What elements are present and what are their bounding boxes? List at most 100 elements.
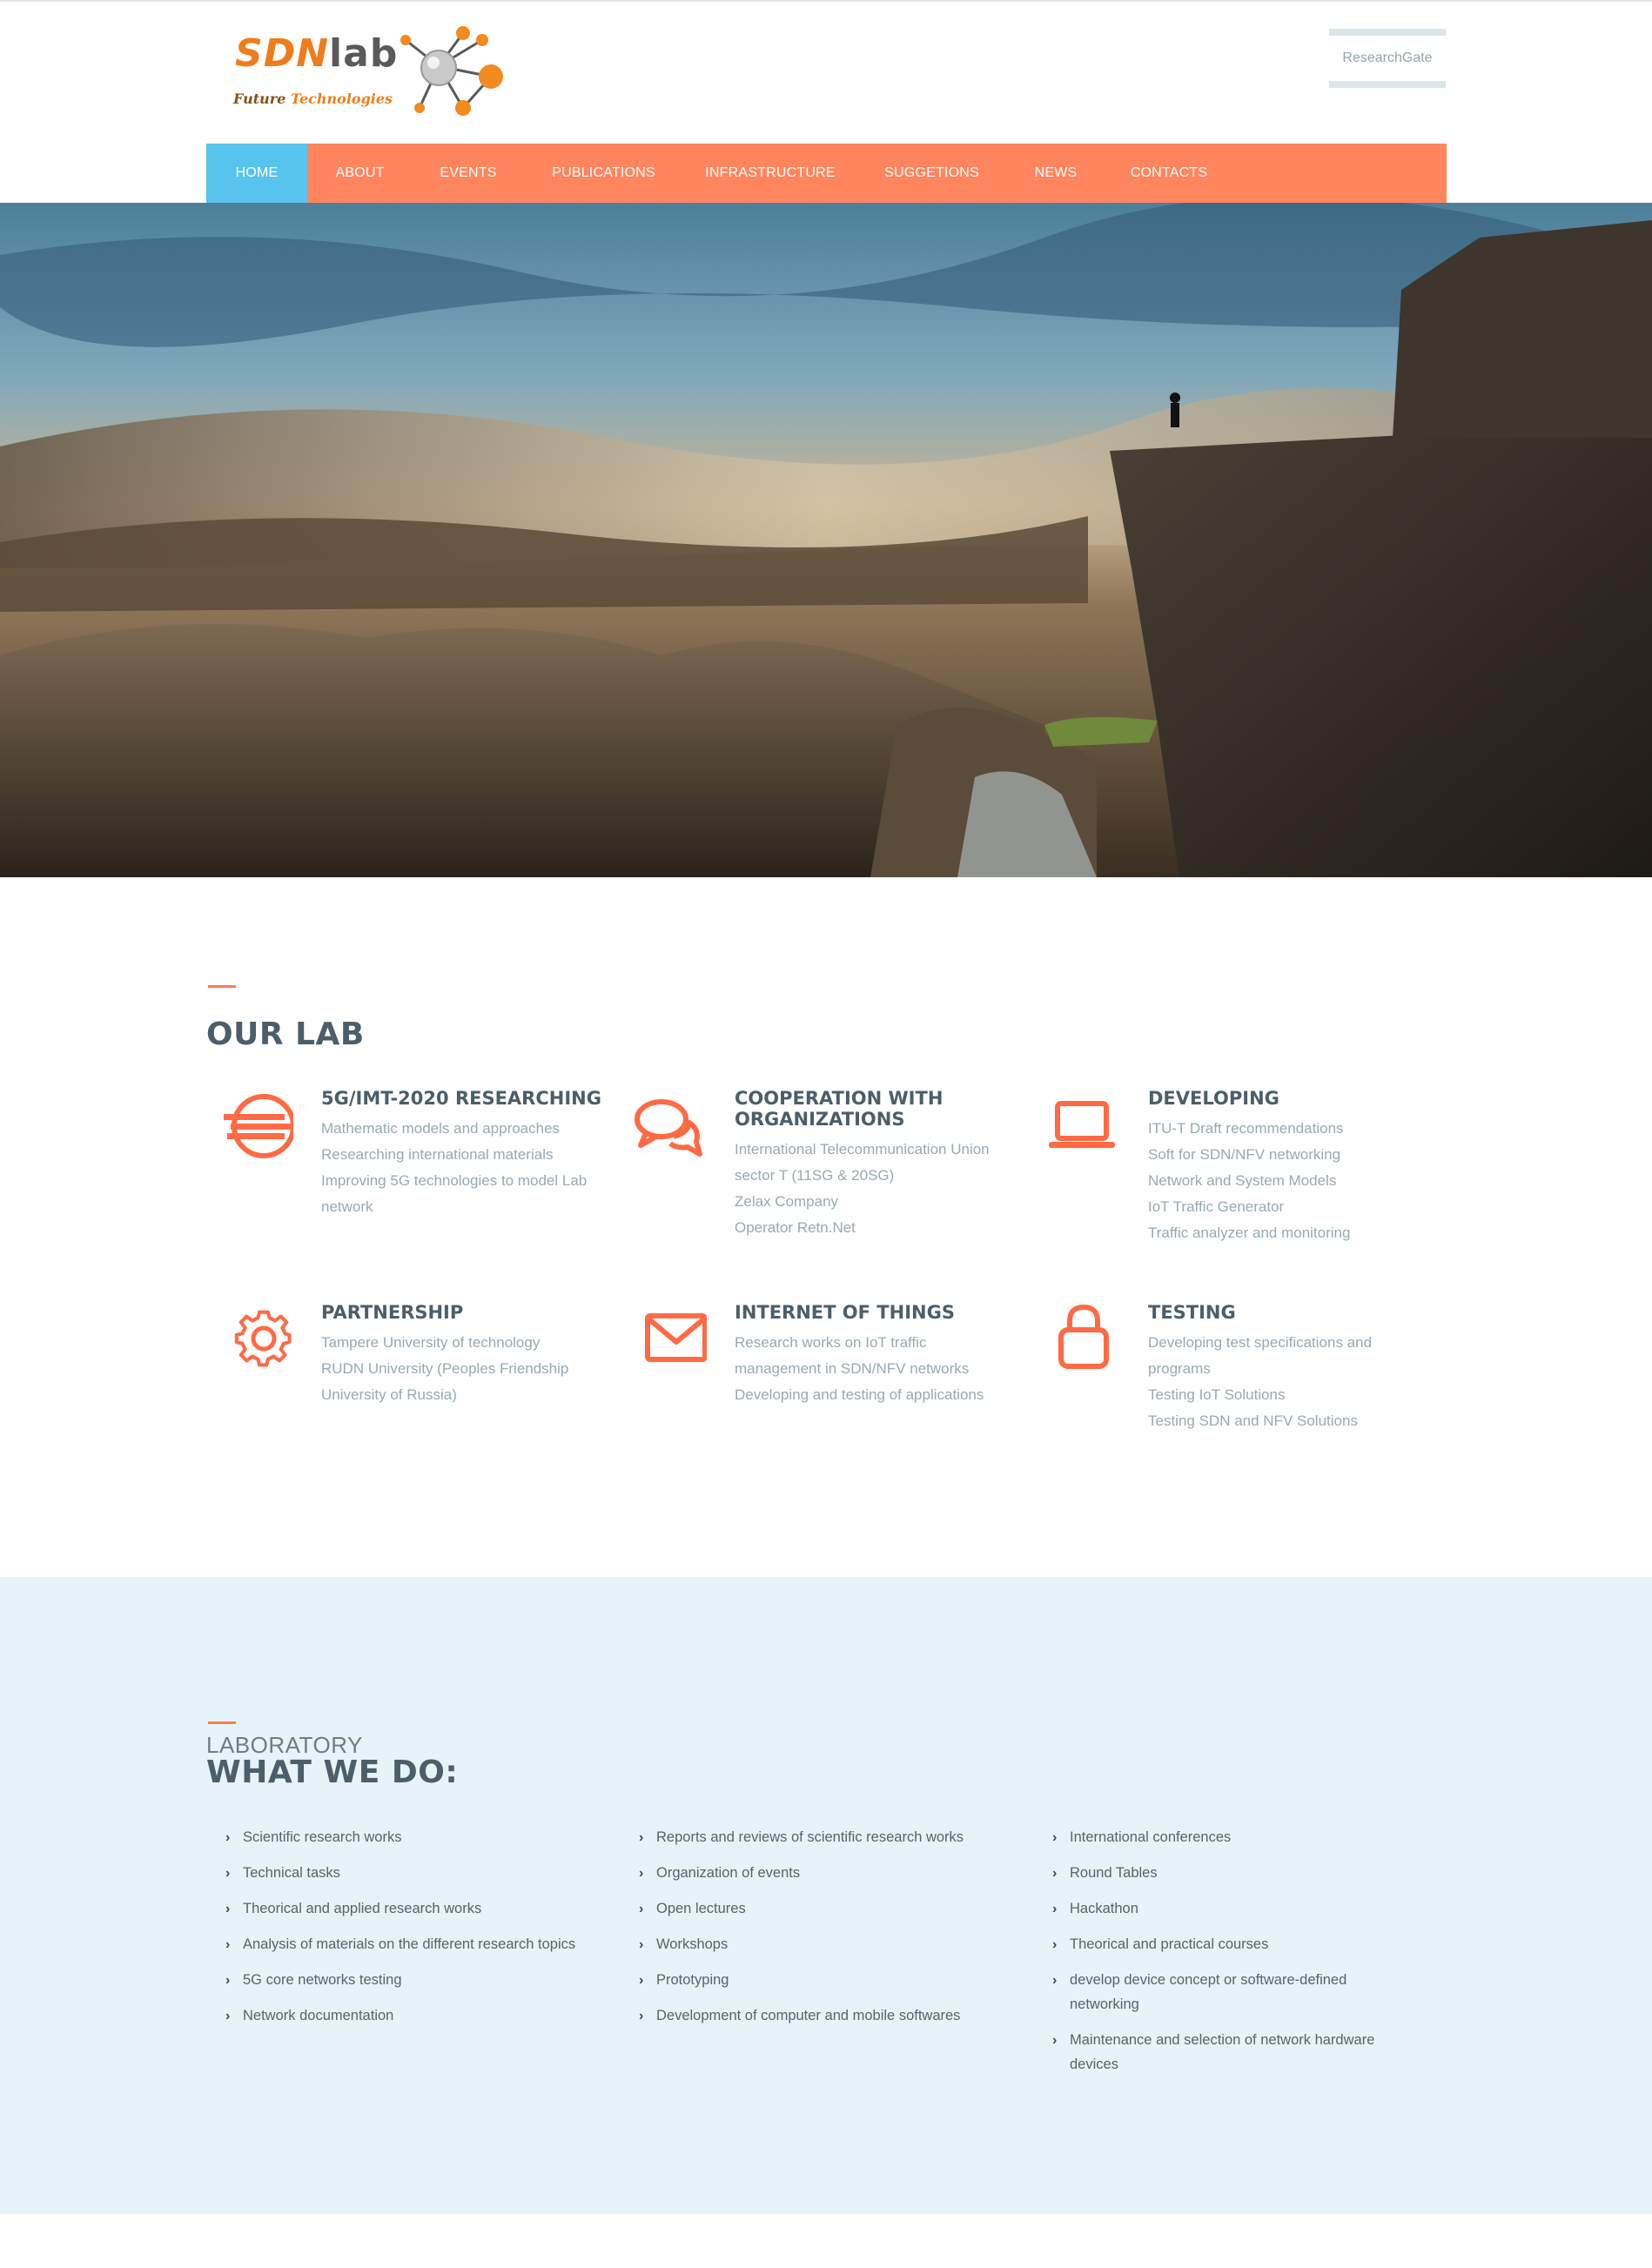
logo-wordmark: SDNlab: [235, 31, 399, 76]
what-we-do-column-3: › International conferences › Round Tables…: [1051, 1825, 1399, 2088]
list-item: › Reports and reviews of scientific resea…: [637, 1825, 1003, 1849]
chevron-right-icon: ›: [639, 1866, 644, 1881]
5g-circle-icon: [224, 1094, 293, 1158]
feature-title: PARTNERSHIP: [321, 1302, 464, 1323]
molecule-icon: [400, 26, 503, 116]
list-item: › Analysis of materials on the different …: [224, 1932, 589, 1956]
feature-title: TESTING: [1148, 1302, 1236, 1323]
gear-icon: [234, 1310, 292, 1367]
chevron-right-icon: ›: [639, 1937, 644, 1952]
list-item: › Prototyping: [637, 1968, 1003, 1992]
feature-title: INTERNET OF THINGS: [735, 1302, 955, 1323]
feature-testing: TESTING Developing test specifications a…: [1033, 1302, 1416, 1441]
what-we-do-title: WHAT WE DO:: [206, 1755, 459, 1790]
laptop-icon: [1049, 1101, 1115, 1148]
chevron-right-icon: ›: [1052, 1830, 1058, 1845]
chevron-right-icon: ›: [225, 2009, 231, 2023]
nav-events[interactable]: EVENTS: [413, 144, 524, 203]
researchgate-link[interactable]: ResearchGate: [1329, 29, 1446, 88]
feature-list: Mathematic models and approaches Researc…: [321, 1116, 600, 1220]
feature-line: Developing test specifications and progr…: [1148, 1334, 1373, 1377]
feature-list: ITU-T Draft recommendations Soft for SDN…: [1148, 1116, 1427, 1246]
feature-list: Research works on IoT traffic management…: [735, 1330, 1013, 1408]
list-item: › Round Tables: [1051, 1861, 1399, 1885]
chevron-right-icon: ›: [1052, 1937, 1058, 1952]
hero-image: [0, 203, 1652, 877]
main-nav: HOME ABOUT EVENTS PUBLICATIONS INFRASTRU…: [206, 144, 1447, 203]
nav-home[interactable]: HOME: [206, 144, 307, 203]
feature-title: COOPERATION WITH ORGANIZATIONS: [735, 1088, 944, 1130]
nav-about[interactable]: ABOUT: [307, 144, 413, 203]
chevron-right-icon: ›: [639, 1830, 644, 1845]
feature-developing: DEVELOPING ITU-T Draft recommendations S…: [1033, 1088, 1416, 1253]
feature-line: Testing IoT Solutions: [1148, 1386, 1286, 1403]
list-item: › Theorical and practical courses: [1051, 1932, 1399, 1956]
what-we-do-column-2: › Reports and reviews of scientific resea…: [637, 1825, 1003, 2039]
feature-cooperation: COOPERATION WITH ORGANIZATIONS Internati…: [620, 1088, 1003, 1245]
feature-line: Soft for SDN/NFV networking: [1148, 1146, 1341, 1163]
list-item: › Development of computer and mobile soft…: [637, 2003, 1003, 2028]
feature-partnership: PARTNERSHIP Tampere University of techno…: [206, 1302, 589, 1424]
chevron-right-icon: ›: [1052, 1902, 1058, 1916]
feature-line: IoT Traffic Generator: [1148, 1198, 1285, 1215]
list-item: › Workshops: [637, 1932, 1003, 1956]
nav-contacts[interactable]: CONTACTS: [1105, 144, 1232, 203]
chevron-right-icon: ›: [1052, 1973, 1058, 1988]
envelope-icon: [645, 1313, 707, 1362]
feature-line: Zelax Company: [735, 1193, 839, 1210]
feature-line: Operator Retn.Net: [735, 1219, 856, 1236]
nav-infrastructure[interactable]: INFRASTRUCTURE: [683, 144, 857, 203]
list-item: › Technical tasks: [224, 1861, 589, 1885]
chevron-right-icon: ›: [225, 1937, 231, 1952]
chevron-right-icon: ›: [639, 1973, 644, 1988]
feature-line: Traffic analyzer and monitoring: [1148, 1225, 1351, 1241]
feature-line: Mathematic models and approaches: [321, 1120, 561, 1137]
chevron-right-icon: ›: [225, 1973, 231, 1988]
feature-line: Improving 5G technologies to model Lab n…: [321, 1172, 588, 1215]
feature-line: Network and System Models: [1148, 1172, 1337, 1189]
list-item: › Network documentation: [224, 2003, 589, 2028]
feature-title: 5G/IMT-2020 RESEARCHING: [321, 1088, 601, 1109]
feature-line: Developing and testing of applications: [735, 1386, 984, 1403]
logo-tagline: Future Technologies: [233, 91, 393, 107]
what-we-do-column-1: › Scientific research works › Technical ta…: [224, 1825, 589, 2039]
feature-list: Developing test specifications and progr…: [1148, 1330, 1427, 1434]
feature-iot: INTERNET OF THINGS Research works on IoT…: [620, 1302, 1003, 1424]
nav-news[interactable]: NEWS: [1006, 144, 1105, 203]
chevron-right-icon: ›: [639, 2009, 644, 2023]
chevron-right-icon: ›: [1052, 2033, 1058, 2048]
site-logo[interactable]: SDNlab Future Technologies: [228, 23, 515, 127]
hero-banner: [0, 203, 1652, 877]
list-item: › Maintenance and selection of network ha…: [1051, 2028, 1399, 2077]
top-border: [0, 0, 1652, 2]
chevron-right-icon: ›: [225, 1902, 231, 1916]
feature-title: DEVELOPING: [1148, 1088, 1279, 1109]
feature-line: ITU-T Draft recommendations: [1148, 1120, 1344, 1137]
list-item: › develop device concept or software-defi…: [1051, 1968, 1399, 2016]
lock-icon: [1058, 1304, 1109, 1369]
list-item: › Scientific research works: [224, 1825, 589, 1849]
list-item: › International conferences: [1051, 1825, 1399, 1849]
nav-publications[interactable]: PUBLICATIONS: [524, 144, 683, 203]
feature-list: International Telecommunication Union se…: [735, 1137, 1013, 1241]
feature-line: International Telecommunication Union se…: [735, 1141, 990, 1184]
list-item: › 5G core networks testing: [224, 1968, 589, 1992]
section-accent-line: [208, 985, 236, 988]
feature-list: Tampere University of technology RUDN Un…: [321, 1330, 600, 1408]
section-accent-line: [208, 1721, 236, 1724]
list-item: › Organization of events: [637, 1861, 1003, 1885]
feature-line: Researching international materials: [321, 1146, 554, 1163]
chevron-right-icon: ›: [639, 1902, 644, 1916]
feature-line: RUDN University (Peoples Friendship Univ…: [321, 1360, 569, 1403]
feature-line: Research works on IoT traffic management…: [735, 1334, 970, 1377]
feature-line: Testing SDN and NFV Solutions: [1148, 1412, 1358, 1429]
chat-bubbles-icon: [635, 1099, 702, 1157]
nav-suggetions[interactable]: SUGGETIONS: [857, 144, 1006, 203]
list-item: › Theorical and applied research works: [224, 1896, 589, 1921]
feature-5g-researching: 5G/IMT-2020 RESEARCHING Mathematic model…: [206, 1088, 601, 1227]
feature-line: Tampere University of technology: [321, 1334, 541, 1351]
page-bottom: [0, 2214, 1652, 2268]
chevron-right-icon: ›: [1052, 1866, 1058, 1881]
chevron-right-icon: ›: [225, 1866, 231, 1881]
list-item: › Open lectures: [637, 1896, 1003, 1921]
